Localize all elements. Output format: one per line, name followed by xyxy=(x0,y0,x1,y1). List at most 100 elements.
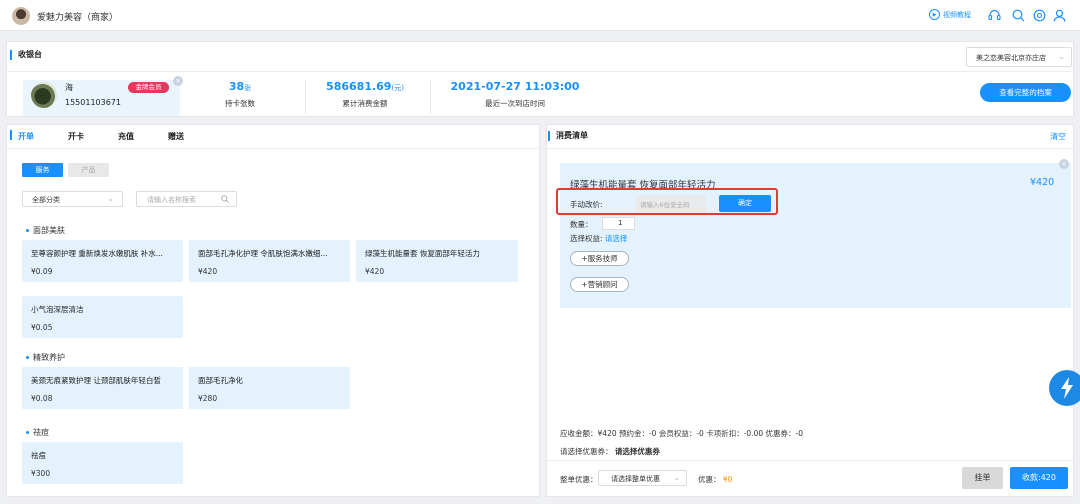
service-card[interactable]: 祛痘 ¥300 xyxy=(22,442,183,484)
active-tab-indicator xyxy=(10,130,12,140)
chevron-down-icon: ⌄ xyxy=(107,194,114,203)
coupon-select-link[interactable]: 请选择优惠券 xyxy=(615,447,660,456)
service-name: 至尊容颜护理 重新焕发水嫩肌肤 补水... xyxy=(31,249,163,258)
stat-divider xyxy=(305,80,306,114)
store-select-value: 美之恋美容北京亦庄店 xyxy=(976,54,1046,62)
service-price: ¥0.05 xyxy=(31,323,53,332)
service-price: ¥420 xyxy=(365,267,385,276)
footer-divider xyxy=(547,460,1073,461)
service-price: ¥0.08 xyxy=(31,394,53,403)
stat-spend-label: 累计消费金额 xyxy=(342,99,388,108)
service-price: ¥420 xyxy=(198,267,218,276)
settings-icon[interactable] xyxy=(1032,8,1046,22)
chevron-down-icon: ⌄ xyxy=(673,473,680,482)
tab-open-card[interactable]: 开卡 xyxy=(68,131,84,142)
service-price: ¥280 xyxy=(198,394,218,403)
search-icon[interactable] xyxy=(1011,8,1025,22)
member-level-badge: 金牌会员 xyxy=(128,82,169,93)
tab-bar: 开单 开卡 充值 赠送 xyxy=(18,131,218,142)
tabs-divider xyxy=(7,148,539,149)
service-name: 祛痘 xyxy=(31,451,46,460)
stat-cards-value: 38 xyxy=(228,80,245,93)
top-bar xyxy=(0,0,1080,31)
service-price: ¥0.09 xyxy=(31,267,53,276)
remove-member-close-icon[interactable]: × xyxy=(173,76,183,86)
tab-recharge[interactable]: 充值 xyxy=(118,131,134,142)
video-tutorial-link[interactable]: ▶ 视频教程 xyxy=(929,9,971,20)
order-item-price: ¥420 xyxy=(1030,177,1055,188)
discount-amount-value: ¥0 xyxy=(722,475,733,484)
service-name: 面部毛孔净化 xyxy=(198,376,243,385)
benefit-row: 选择权益: 请选择 xyxy=(570,233,627,244)
stat-spend-unit: (元) xyxy=(391,84,404,92)
category-title: 祛痘 xyxy=(26,427,49,438)
benefit-label: 选择权益: xyxy=(570,234,603,243)
quantity-stepper[interactable]: 1 xyxy=(602,217,635,230)
highlight-annotation-box xyxy=(556,188,778,215)
consumption-list-title: 消费清单 xyxy=(548,131,588,141)
lightning-icon xyxy=(1061,377,1073,399)
cashier-title: 收银台 xyxy=(10,50,42,60)
stat-cards: 38张 持卡张数 xyxy=(190,80,290,109)
stat-last-visit-value: 2021-07-27 11:03:00 xyxy=(450,80,580,93)
discount-amount-label: 优惠： xyxy=(698,475,721,484)
play-icon: ▶ xyxy=(929,9,940,20)
service-card[interactable]: 绿藻生机能量套 恢复面部年轻活力 ¥420 xyxy=(356,240,518,282)
stat-cards-label: 持卡张数 xyxy=(225,99,255,108)
service-card[interactable]: 至尊容颜护理 重新焕发水嫩肌肤 补水... ¥0.09 xyxy=(22,240,183,282)
member-avatar xyxy=(31,82,57,108)
stat-spend: 586681.69(元) 累计消费金额 xyxy=(315,80,415,109)
category-select-value: 全部分类 xyxy=(32,196,60,204)
search-icon xyxy=(221,195,229,203)
quick-action-button[interactable] xyxy=(1049,370,1080,406)
coupon-label: 请选择优惠券： xyxy=(560,447,613,456)
tab-gift[interactable]: 赠送 xyxy=(168,131,184,142)
hang-order-button[interactable]: 挂单 xyxy=(962,467,1003,489)
segment-services[interactable]: 服务 xyxy=(22,163,63,177)
service-name: 绿藻生机能量套 恢复面部年轻活力 xyxy=(365,249,480,258)
tab-open-order[interactable]: 开单 xyxy=(18,131,34,142)
video-tutorial-label: 视频教程 xyxy=(943,10,971,19)
view-profile-button[interactable]: 查看完整的档案 xyxy=(980,83,1071,102)
benefit-select-link[interactable]: 请选择 xyxy=(605,234,628,243)
service-name: 面部毛孔净化护理 令肌肤饱满水嫩细... xyxy=(198,249,328,258)
service-price: ¥300 xyxy=(31,469,51,478)
clear-button[interactable]: 清空 xyxy=(1050,131,1066,142)
member-name: 海 xyxy=(65,83,73,92)
service-name: 小气泡深层清洁 xyxy=(31,305,84,314)
member-phone: 15501103671 xyxy=(65,98,121,107)
discount-amount: 优惠： ¥0 xyxy=(698,474,732,485)
category-select[interactable]: 全部分类 ⌄ xyxy=(22,191,123,207)
service-search-input[interactable]: 请输入名称搜索 xyxy=(136,191,237,207)
chevron-down-icon: ⌄ xyxy=(1058,52,1065,61)
list-divider xyxy=(547,148,1073,149)
stat-last-visit: 2021-07-27 11:03:00 最近一次到店时间 xyxy=(450,80,580,109)
user-icon[interactable] xyxy=(1052,8,1066,22)
service-card[interactable]: 面部毛孔净化 ¥280 xyxy=(189,367,350,409)
coupon-row: 请选择优惠券： 请选择优惠券 xyxy=(560,446,660,457)
stat-spend-value: 586681.69 xyxy=(326,80,392,93)
order-discount-select[interactable]: 请选择整单优惠 ⌄ xyxy=(598,470,687,486)
stat-last-visit-label: 最近一次到店时间 xyxy=(485,99,545,108)
stat-cards-unit: 张 xyxy=(244,84,252,92)
service-card[interactable]: 面部毛孔净化护理 令肌肤饱满水嫩细... ¥420 xyxy=(189,240,350,282)
collect-payment-button[interactable]: 收款:420 xyxy=(1010,467,1068,489)
headset-icon[interactable] xyxy=(987,8,1001,22)
category-title: 精致养护 xyxy=(26,352,65,363)
service-name: 美颈无痕紧致护理 让颈部肌肤年轻白皙 xyxy=(31,376,161,385)
header-divider xyxy=(7,71,1073,72)
order-discount-label: 整单优惠： xyxy=(560,475,598,484)
merchant-avatar[interactable] xyxy=(12,7,30,25)
segment-products[interactable]: 产品 xyxy=(68,163,109,177)
service-card[interactable]: 小气泡深层清洁 ¥0.05 xyxy=(22,296,183,338)
app-title: 爱魅力美容（商家） xyxy=(37,13,119,23)
store-select[interactable]: 美之恋美容北京亦庄店 ⌄ xyxy=(966,47,1072,67)
category-title: 面部美肤 xyxy=(26,225,65,236)
amount-summary: 应收金额：¥420 预约金：-0 会员权益：-0 卡项折扣：-0.00 优惠券：… xyxy=(560,429,803,438)
remove-item-close-icon[interactable]: × xyxy=(1059,159,1069,169)
add-technician-button[interactable]: +服务技师 xyxy=(570,251,629,266)
quantity-label: 数量： xyxy=(570,220,593,229)
add-consultant-button[interactable]: +营销顾问 xyxy=(570,277,629,292)
service-card[interactable]: 美颈无痕紧致护理 让颈部肌肤年轻白皙 ¥0.08 xyxy=(22,367,183,409)
order-discount-select-value: 请选择整单优惠 xyxy=(611,475,660,483)
